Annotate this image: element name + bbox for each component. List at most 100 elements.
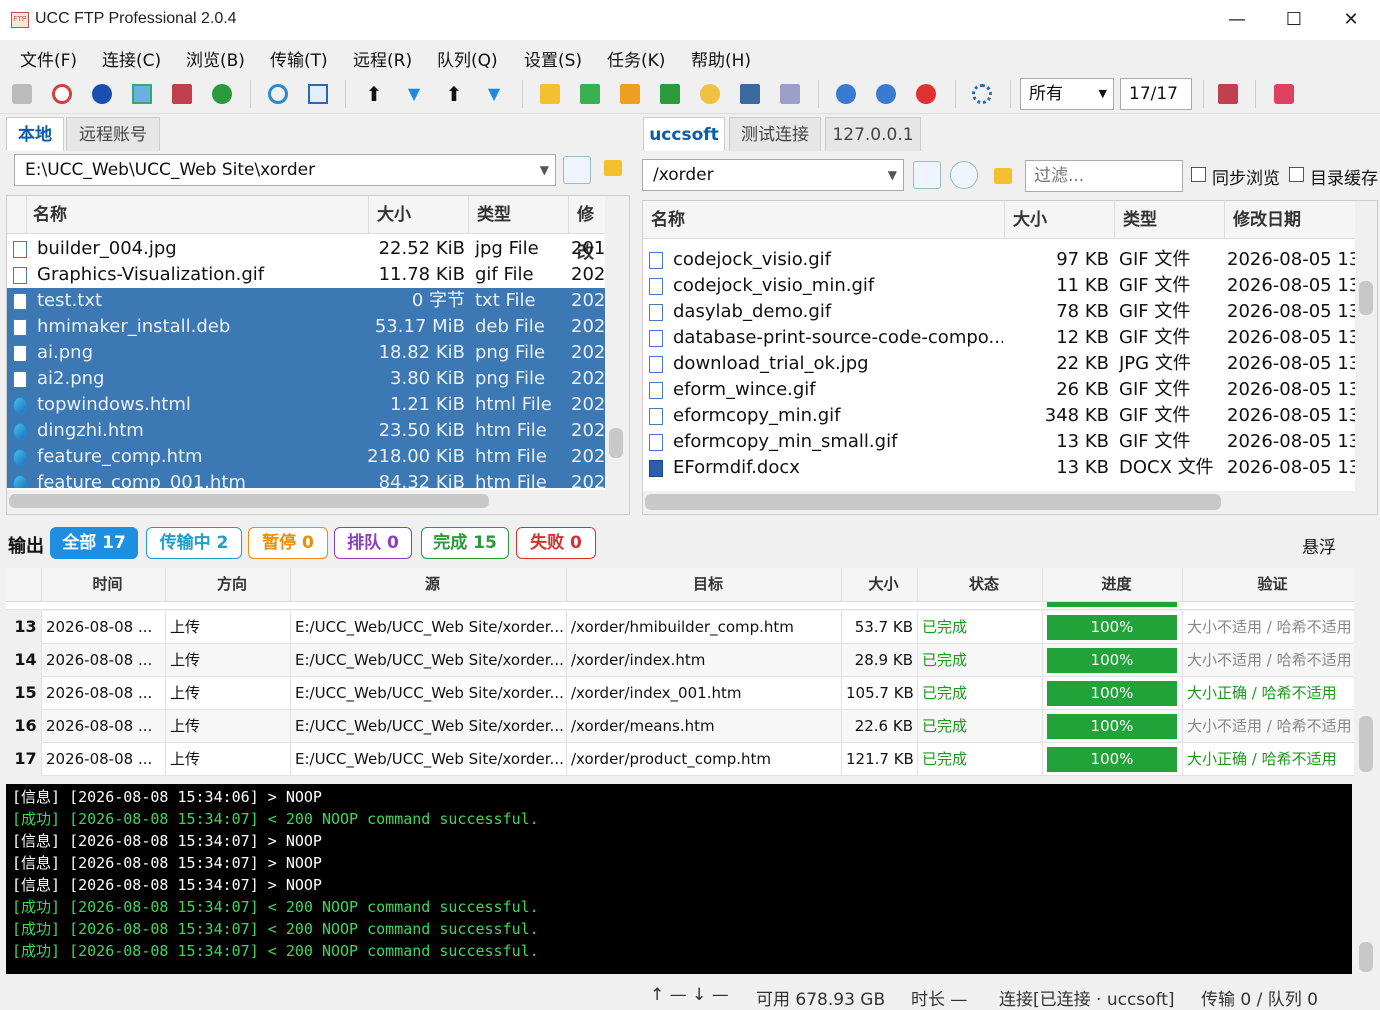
- minimize-button[interactable]: —: [1208, 0, 1266, 40]
- log-vscroll[interactable]: [1354, 784, 1378, 974]
- remote-hscroll-thumb[interactable]: [645, 494, 1221, 510]
- badge-completed[interactable]: 完成 15: [421, 527, 509, 559]
- download-icon[interactable]: ⬆: [444, 84, 464, 104]
- col-source[interactable]: 源: [291, 568, 567, 602]
- badge-all[interactable]: 全部 17: [50, 527, 138, 559]
- col-direction[interactable]: 方向: [166, 568, 291, 602]
- download-dropdown-icon[interactable]: ▼: [484, 84, 504, 104]
- badge-paused[interactable]: 暂停 0: [248, 527, 328, 559]
- col-size[interactable]: 大小: [1005, 201, 1115, 239]
- table-row[interactable]: eformcopy_min_small.gif 13 KB GIF 文件 2026-0…: [643, 429, 1355, 455]
- menu-task[interactable]: 任务(K): [607, 46, 665, 71]
- compare-icon[interactable]: [740, 84, 760, 104]
- local-folder-icon[interactable]: [604, 160, 622, 176]
- float-button[interactable]: 悬浮: [1302, 533, 1336, 558]
- table-row[interactable]: codejock_visio.gif 97 KB GIF 文件 2026-08-05 …: [643, 247, 1355, 273]
- col-verify[interactable]: 验证: [1183, 568, 1354, 602]
- remote-vscroll[interactable]: [1355, 201, 1377, 491]
- col-name[interactable]: 名称: [643, 201, 1005, 239]
- reconnect-icon[interactable]: [52, 84, 72, 104]
- menu-transfer[interactable]: 传输(T): [270, 46, 328, 71]
- bookmark-icon[interactable]: [172, 84, 192, 104]
- col-time[interactable]: 时间: [42, 568, 166, 602]
- menu-remote[interactable]: 远程(R): [353, 46, 412, 71]
- dir-cache-checkbox[interactable]: [1289, 167, 1304, 182]
- badge-failed[interactable]: 失败 0: [516, 527, 596, 559]
- table-row[interactable]: 15 2026-08-08 ... 上传 E:/UCC_Web/UCC_Web Sit…: [6, 677, 1354, 710]
- gear-icon[interactable]: [972, 84, 992, 104]
- delete-icon[interactable]: [620, 84, 640, 104]
- upload-dropdown-icon[interactable]: ▼: [404, 84, 424, 104]
- local-hscroll[interactable]: [7, 490, 629, 514]
- menu-help[interactable]: 帮助(H): [691, 46, 751, 71]
- col-type[interactable]: 类型: [469, 196, 569, 234]
- upload-icon[interactable]: ⬆: [364, 84, 384, 104]
- parent-dir-icon[interactable]: [308, 84, 328, 104]
- pause-icon[interactable]: [836, 84, 856, 104]
- table-row[interactable]: download_trial_ok.jpg 22 KB JPG 文件 2026-08-…: [643, 351, 1355, 377]
- remote-parent-dir-icon[interactable]: [913, 161, 941, 189]
- table-row[interactable]: 17 2026-08-08 ... 上传 E:/UCC_Web/UCC_Web Sit…: [6, 743, 1354, 776]
- remote-vscroll-thumb[interactable]: [1359, 281, 1373, 315]
- remote-path-combo[interactable]: /xorder ▼: [642, 159, 904, 191]
- tab-local[interactable]: 本地: [6, 117, 64, 151]
- tab-uccsoft[interactable]: uccsoft: [643, 117, 725, 151]
- remote-hscroll[interactable]: [643, 491, 1377, 514]
- new-file-icon[interactable]: [580, 84, 600, 104]
- search-icon[interactable]: [700, 84, 720, 104]
- table-row[interactable]: EFormdif.docx 13 KB DOCX 文件 2026-08-05 13: [643, 455, 1355, 481]
- power-icon[interactable]: [1274, 84, 1294, 104]
- menu-connect[interactable]: 连接(C): [102, 46, 161, 71]
- table-row[interactable]: topwindows.html 1.21 KiB html File 202: [7, 392, 605, 418]
- table-row[interactable]: builder_004.jpg 22.52 KiB jpg File 201: [7, 236, 605, 262]
- col-progress[interactable]: 进度: [1043, 568, 1183, 602]
- badge-queued[interactable]: 排队 0: [334, 527, 412, 559]
- menu-browse[interactable]: 浏览(B): [186, 46, 245, 71]
- table-row[interactable]: Graphics-Visualization.gif 11.78 KiB gif F…: [7, 262, 605, 288]
- local-parent-dir-icon[interactable]: [563, 156, 591, 184]
- table-row[interactable]: dingzhi.htm 23.50 KiB htm File 202: [7, 418, 605, 444]
- sync-icon[interactable]: [780, 84, 800, 104]
- log-vscroll-thumb[interactable]: [1359, 942, 1373, 972]
- new-folder-icon[interactable]: [540, 84, 560, 104]
- col-status[interactable]: 状态: [918, 568, 1043, 602]
- table-row[interactable]: dasylab_demo.gif 78 KB GIF 文件 2026-08-05 13: [643, 299, 1355, 325]
- tab-test-connection[interactable]: 测试连接: [729, 117, 821, 151]
- col-size[interactable]: 大小: [369, 196, 469, 234]
- menu-settings[interactable]: 设置(S): [524, 46, 582, 71]
- table-row[interactable]: ai2.png 3.80 KiB png File 202: [7, 366, 605, 392]
- remote-refresh-icon[interactable]: [950, 161, 978, 189]
- table-row[interactable]: ai.png 18.82 KiB png File 202: [7, 340, 605, 366]
- table-row[interactable]: 14 2026-08-08 ... 上传 E:/UCC_Web/UCC_Web Sit…: [6, 644, 1354, 677]
- table-row[interactable]: 13 2026-08-08 ... 上传 E:/UCC_Web/UCC_Web Sit…: [6, 611, 1354, 644]
- disconnect-icon[interactable]: [12, 84, 32, 104]
- play-icon[interactable]: [92, 84, 112, 104]
- remote-filter-input[interactable]: [1025, 160, 1183, 192]
- queue-filter-select[interactable]: 所有 ▼: [1020, 78, 1114, 110]
- sync-browse-checkbox[interactable]: [1191, 167, 1206, 182]
- site-manager-icon[interactable]: [132, 84, 152, 104]
- maximize-button[interactable]: ☐: [1265, 0, 1323, 40]
- col-type[interactable]: 类型: [1115, 201, 1225, 239]
- rename-icon[interactable]: [660, 84, 680, 104]
- table-row[interactable]: eformcopy_min.gif 348 KB GIF 文件 2026-08-05 …: [643, 403, 1355, 429]
- bookmarks-icon[interactable]: [1218, 84, 1238, 104]
- table-row[interactable]: codejock_visio_min.gif 11 KB GIF 文件 2026-08…: [643, 273, 1355, 299]
- table-row[interactable]: 16 2026-08-08 ... 上传 E:/UCC_Web/UCC_Web Sit…: [6, 710, 1354, 743]
- table-row[interactable]: eform_wince.gif 26 KB GIF 文件 2026-08-05 13: [643, 377, 1355, 403]
- col-modified[interactable]: 修改: [569, 196, 607, 263]
- tab-localhost[interactable]: 127.0.0.1: [825, 117, 921, 151]
- local-vscroll[interactable]: [605, 196, 629, 490]
- table-row[interactable]: hmimaker_install.deb 53.17 MiB deb File 202: [7, 314, 605, 340]
- col-modified-date[interactable]: 修改日期: [1225, 201, 1355, 239]
- tab-remote-accounts[interactable]: 远程账号: [66, 117, 160, 151]
- local-hscroll-thumb[interactable]: [9, 494, 489, 508]
- refresh-icon[interactable]: [268, 84, 288, 104]
- col-size[interactable]: 大小: [842, 568, 918, 602]
- table-row[interactable]: feature_comp_001.htm 84.32 KiB htm File 202: [7, 470, 605, 488]
- quick-connect-icon[interactable]: [212, 84, 232, 104]
- col-name[interactable]: 名称: [27, 196, 369, 234]
- resume-icon[interactable]: [876, 84, 896, 104]
- local-vscroll-thumb[interactable]: [609, 428, 623, 458]
- remote-folder-icon[interactable]: [994, 168, 1012, 184]
